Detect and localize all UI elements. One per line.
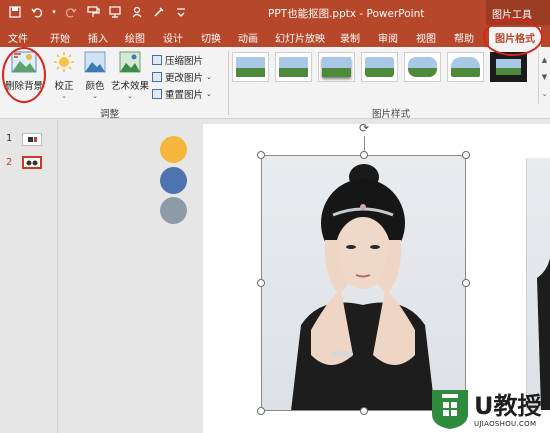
tab-view[interactable]: 视图 <box>416 30 436 45</box>
reset-picture-button[interactable]: 重置图片 ⌄ <box>152 87 212 101</box>
resize-handle-bottom[interactable] <box>360 407 368 415</box>
second-portrait-photo[interactable] <box>526 158 550 410</box>
resize-handle-bottom-left[interactable] <box>257 407 265 415</box>
tab-record[interactable]: 录制 <box>340 30 360 45</box>
chevron-down-icon: ⌄ <box>206 73 212 81</box>
artistic-effects-icon <box>110 51 150 76</box>
resize-handle-top-left[interactable] <box>257 151 265 159</box>
tab-design[interactable]: 设计 <box>163 30 183 45</box>
presenter-icon[interactable] <box>106 4 124 20</box>
resize-handle-top-right[interactable] <box>462 151 470 159</box>
chevron-down-icon: ⌄ <box>61 92 67 100</box>
gray-circle-shape[interactable] <box>160 197 187 224</box>
tab-insert[interactable]: 插入 <box>88 30 108 45</box>
tab-draw[interactable]: 绘图 <box>125 30 145 45</box>
resize-handle-top[interactable] <box>360 151 368 159</box>
picture-style-thumbnail[interactable] <box>318 52 355 82</box>
watermark: U教授 UJIAOSHOU.COM <box>428 384 550 433</box>
tab-help[interactable]: 帮助 <box>454 30 474 45</box>
tab-home[interactable]: 开始 <box>50 30 70 45</box>
watermark-url: UJIAOSHOU.COM <box>474 420 537 428</box>
sun-icon <box>50 51 78 76</box>
picture-styles-gallery <box>232 52 527 82</box>
tab-slide-show[interactable]: 幻灯片放映 <box>275 30 325 45</box>
group-separator <box>228 51 229 115</box>
color-label: 颜色 <box>85 81 105 92</box>
selection-box <box>261 155 466 411</box>
resize-handle-right[interactable] <box>462 279 470 287</box>
color-button[interactable]: 颜色 ⌄ <box>82 51 108 100</box>
watermark-brand: U教授 <box>474 392 542 420</box>
format-painter-icon[interactable] <box>84 4 102 20</box>
title-bar: ▾ PPT也能抠图.pptx - PowerPoint 图片工具 <box>0 0 550 25</box>
slide-thumbnail-selected[interactable] <box>22 156 42 169</box>
artistic-effects-label: 艺术效果 <box>110 81 149 92</box>
picture-style-thumbnail[interactable] <box>232 52 269 82</box>
ribbon: 删除背景 校正 ⌄ 颜色 ⌄ 艺术效果 ⌄ 压缩图片 更改图片 ⌄ 重置图片 ⌄… <box>0 47 550 120</box>
save-icon[interactable] <box>6 4 24 20</box>
chevron-down-icon: ⌄ <box>206 90 212 98</box>
slide-thumbnail-pane: 1 2 <box>0 120 58 433</box>
reset-picture-label: 重置图片 <box>165 90 204 101</box>
ribbon-tab-bar: 文件 开始 插入 绘图 设计 切换 动画 幻灯片放映 录制 审阅 视图 帮助 图… <box>0 25 550 47</box>
watermark-logo-icon <box>432 390 468 429</box>
chevron-down-icon: ⌄ <box>127 92 133 100</box>
blue-circle-shape[interactable] <box>160 167 187 194</box>
change-picture-button[interactable]: 更改图片 ⌄ <box>152 70 212 84</box>
compress-icon <box>152 55 162 65</box>
group-label-picture-styles: 图片样式 <box>372 109 411 120</box>
compress-label: 压缩图片 <box>165 56 204 67</box>
redo-icon[interactable] <box>62 4 80 20</box>
artistic-effects-button[interactable]: 艺术效果 ⌄ <box>110 51 150 100</box>
tab-animations[interactable]: 动画 <box>238 30 258 45</box>
yellow-circle-shape[interactable] <box>160 136 187 163</box>
color-icon <box>82 51 108 76</box>
corrections-label: 校正 <box>54 81 74 92</box>
picture-style-thumbnail[interactable] <box>447 52 484 82</box>
reset-picture-icon <box>152 89 162 99</box>
scroll-down-icon[interactable]: ▼ <box>539 69 550 86</box>
picture-style-thumbnail[interactable] <box>361 52 398 82</box>
gallery-scroll[interactable]: ▲ ▼ ⌄ <box>538 52 550 104</box>
window-title: PPT也能抠图.pptx - PowerPoint <box>268 8 425 20</box>
undo-dropdown-icon[interactable]: ▾ <box>50 4 58 20</box>
compress-pictures-button[interactable]: 压缩图片 <box>152 53 203 67</box>
picture-style-thumbnail[interactable] <box>490 52 527 82</box>
highlight-remove-background <box>2 47 46 103</box>
picture-style-thumbnail[interactable] <box>404 52 441 82</box>
slide-number: 1 <box>6 133 13 144</box>
picture-style-thumbnail[interactable] <box>275 52 312 82</box>
slide-thumbnail[interactable] <box>22 133 42 146</box>
change-picture-icon <box>152 72 162 82</box>
corrections-button[interactable]: 校正 ⌄ <box>50 51 78 100</box>
touch-mode-icon[interactable] <box>128 4 146 20</box>
tab-file[interactable]: 文件 <box>8 30 28 45</box>
tab-review[interactable]: 审阅 <box>378 30 398 45</box>
highlight-picture-format-tab <box>483 18 543 56</box>
quick-access-toolbar: ▾ <box>6 4 190 20</box>
chevron-down-icon: ⌄ <box>92 92 98 100</box>
group-label-adjust: 调整 <box>100 109 120 120</box>
scroll-up-icon[interactable]: ▲ <box>539 52 550 69</box>
more-icon[interactable]: ⌄ <box>539 86 550 103</box>
color-picker-icon[interactable] <box>150 4 168 20</box>
slide-number: 2 <box>6 157 13 168</box>
undo-icon[interactable] <box>28 4 46 20</box>
tab-transitions[interactable]: 切换 <box>201 30 221 45</box>
customize-icon[interactable] <box>172 4 190 20</box>
rotate-handle-icon[interactable]: ⟳ <box>357 121 371 135</box>
change-picture-label: 更改图片 <box>165 73 204 84</box>
resize-handle-left[interactable] <box>257 279 265 287</box>
